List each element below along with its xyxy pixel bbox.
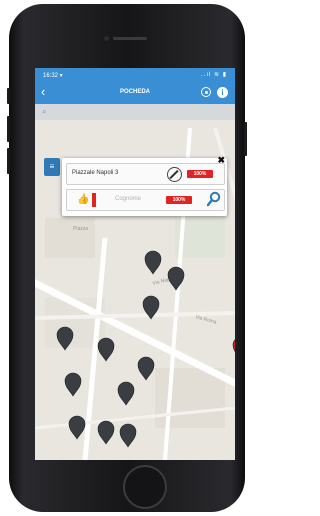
search-icon: ⌕ [42,107,47,116]
thumbs-up-icon[interactable]: 👍 [77,194,89,205]
detail-label: Cognome [115,196,142,202]
compass-icon[interactable] [167,167,182,182]
percentage-badge: 100% [166,196,192,204]
phone-frame: 16:32 ▾ ..ıl ≋ ▮ ‹ POCHEDA i ⌕ Via Napol… [7,4,247,512]
volume-down-button [7,148,10,174]
filter-button[interactable]: ≡ [44,158,60,176]
mute-switch [7,88,10,104]
popup-detail-row: 👍 Cognome 100% [66,189,225,211]
app-screen: 16:32 ▾ ..ıl ≋ ▮ ‹ POCHEDA i ⌕ Via Napol… [35,68,235,460]
level-indicator [92,193,96,207]
place-name: Piazzale Napoli 3 [72,170,119,176]
status-bar: 16:32 ▾ ..ıl ≋ ▮ [35,68,235,82]
zoom-search-icon[interactable] [207,191,221,207]
volume-up-button [7,116,10,142]
info-icon[interactable]: i [217,87,228,98]
status-indicators: ..ıl ≋ ▮ [201,72,227,78]
front-camera [104,36,109,41]
info-popup: Piazzale Napoli 3 100% ✖ 👍 Cognome 100% [62,155,227,216]
search-bar[interactable]: ⌕ [35,104,235,120]
status-badge: 100% [187,170,213,178]
map-street-label: Piazza [73,226,88,232]
power-button [244,122,247,156]
popup-place-row: Piazzale Napoli 3 100% [66,163,225,185]
close-icon[interactable]: ✖ [217,155,225,166]
home-button[interactable] [123,465,167,509]
app-header: ‹ POCHEDA i [35,82,235,104]
status-time: 16:32 ▾ [43,73,63,79]
locate-icon[interactable] [201,87,211,97]
earpiece-speaker [113,37,147,40]
